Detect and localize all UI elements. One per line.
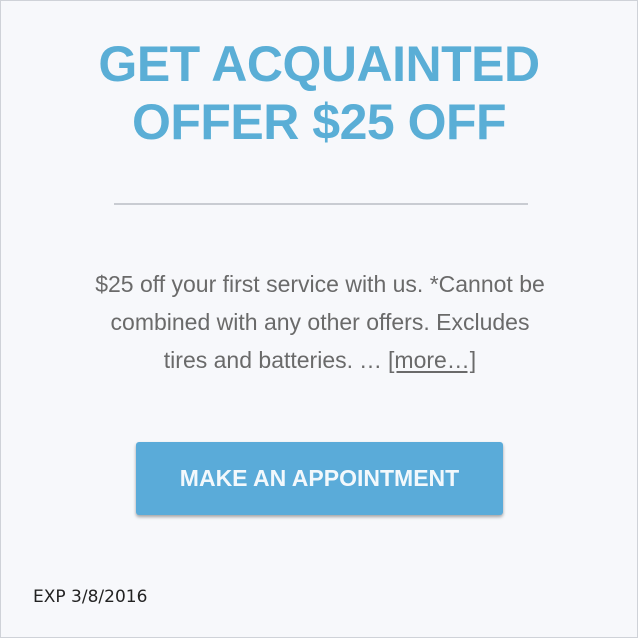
expiration-date: EXP 3/8/2016 xyxy=(33,587,148,607)
more-link[interactable]: [more…] xyxy=(388,347,476,373)
title-divider xyxy=(114,203,528,205)
description-ellipsis: … xyxy=(359,347,383,373)
description-line-2: combined with any other offers. Excludes xyxy=(110,309,530,335)
description-line-1: $25 off your first service with us. *Can… xyxy=(95,271,545,297)
offer-description: $25 off your first service with us. *Can… xyxy=(41,265,599,379)
offer-title: GET ACQUAINTED OFFER $25 OFF xyxy=(1,35,637,151)
make-appointment-button[interactable]: MAKE AN APPOINTMENT xyxy=(136,442,503,515)
offer-title-line-2: OFFER $25 OFF xyxy=(131,94,507,150)
offer-title-line-1: GET ACQUAINTED xyxy=(98,36,540,92)
description-line-3: tires and batteries. xyxy=(163,347,354,373)
coupon-card: GET ACQUAINTED OFFER $25 OFF $25 off you… xyxy=(0,0,638,638)
